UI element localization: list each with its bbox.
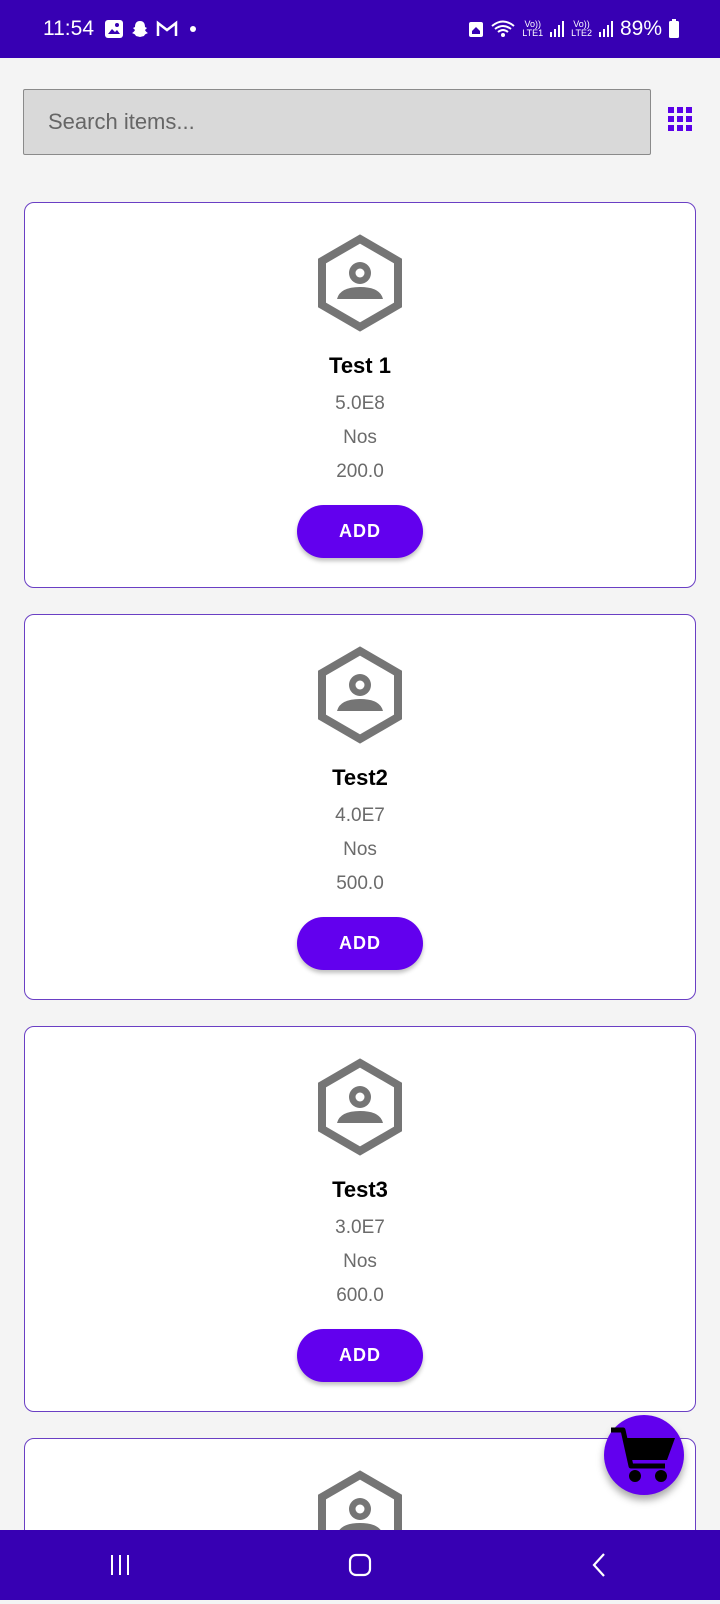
snapchat-icon [130,19,150,39]
sim2-label: Vo)) LTE2 [571,20,592,38]
item-card[interactable]: Test2 4.0E7 Nos 500.0 ADD [24,614,696,1000]
item-code: 4.0E7 [335,805,385,826]
system-nav-bar [0,1530,720,1600]
item-name: Test 1 [329,353,391,378]
item-unit: Nos [343,1251,377,1272]
item-code: 5.0E8 [335,393,385,414]
item-name: Test3 [332,1177,388,1202]
signal-1-icon [549,20,565,38]
battery-icon [668,19,680,39]
status-left: 11:54 [43,17,196,41]
item-card[interactable]: Test3 3.0E7 Nos 600.0 ADD [24,1026,696,1412]
signal-2-icon [598,20,614,38]
gmail-icon [156,20,178,38]
item-unit: Nos [343,427,377,448]
item-card[interactable]: Test 1 5.0E8 Nos 200.0 ADD [24,202,696,588]
back-button[interactable] [570,1540,630,1590]
item-image-icon [318,234,402,332]
sim1-label: Vo)) LTE1 [522,20,543,38]
item-image-icon [318,1058,402,1156]
notification-dot-icon [190,26,196,32]
back-icon [592,1553,605,1577]
item-price: 600.0 [336,1285,384,1306]
search-input[interactable] [46,108,628,136]
add-button[interactable]: ADD [297,505,423,558]
home-network-icon [468,20,484,38]
recent-apps-icon [111,1555,129,1575]
status-time: 11:54 [43,17,94,40]
battery-percent: 89% [619,17,662,40]
wifi-icon [490,19,516,39]
item-list: Test 1 5.0E8 Nos 200.0 ADD Test2 4.0E7 N… [24,202,696,1604]
item-name: Test2 [332,765,388,790]
add-button[interactable]: ADD [297,917,423,970]
home-button[interactable] [330,1540,390,1590]
item-unit: Nos [343,839,377,860]
home-icon [348,1553,372,1577]
status-bar: 11:54 Vo)) LTE1 Vo)) LTE2 89% [0,0,720,58]
grid-view-icon[interactable] [667,106,695,134]
recent-apps-button[interactable] [90,1540,150,1590]
item-price: 200.0 [336,461,384,482]
lte1-label: LTE1 [522,28,544,38]
lte2-label: LTE2 [571,28,592,38]
shopping-cart-icon [611,1427,675,1482]
item-code: 3.0E7 [335,1217,385,1238]
add-button[interactable]: ADD [297,1329,423,1382]
item-image-icon [318,646,402,744]
search-bar[interactable] [23,89,651,155]
status-right: Vo)) LTE1 Vo)) LTE2 89% [468,17,680,41]
item-price: 500.0 [336,873,384,894]
gallery-icon [104,19,124,39]
cart-button[interactable] [604,1415,684,1495]
